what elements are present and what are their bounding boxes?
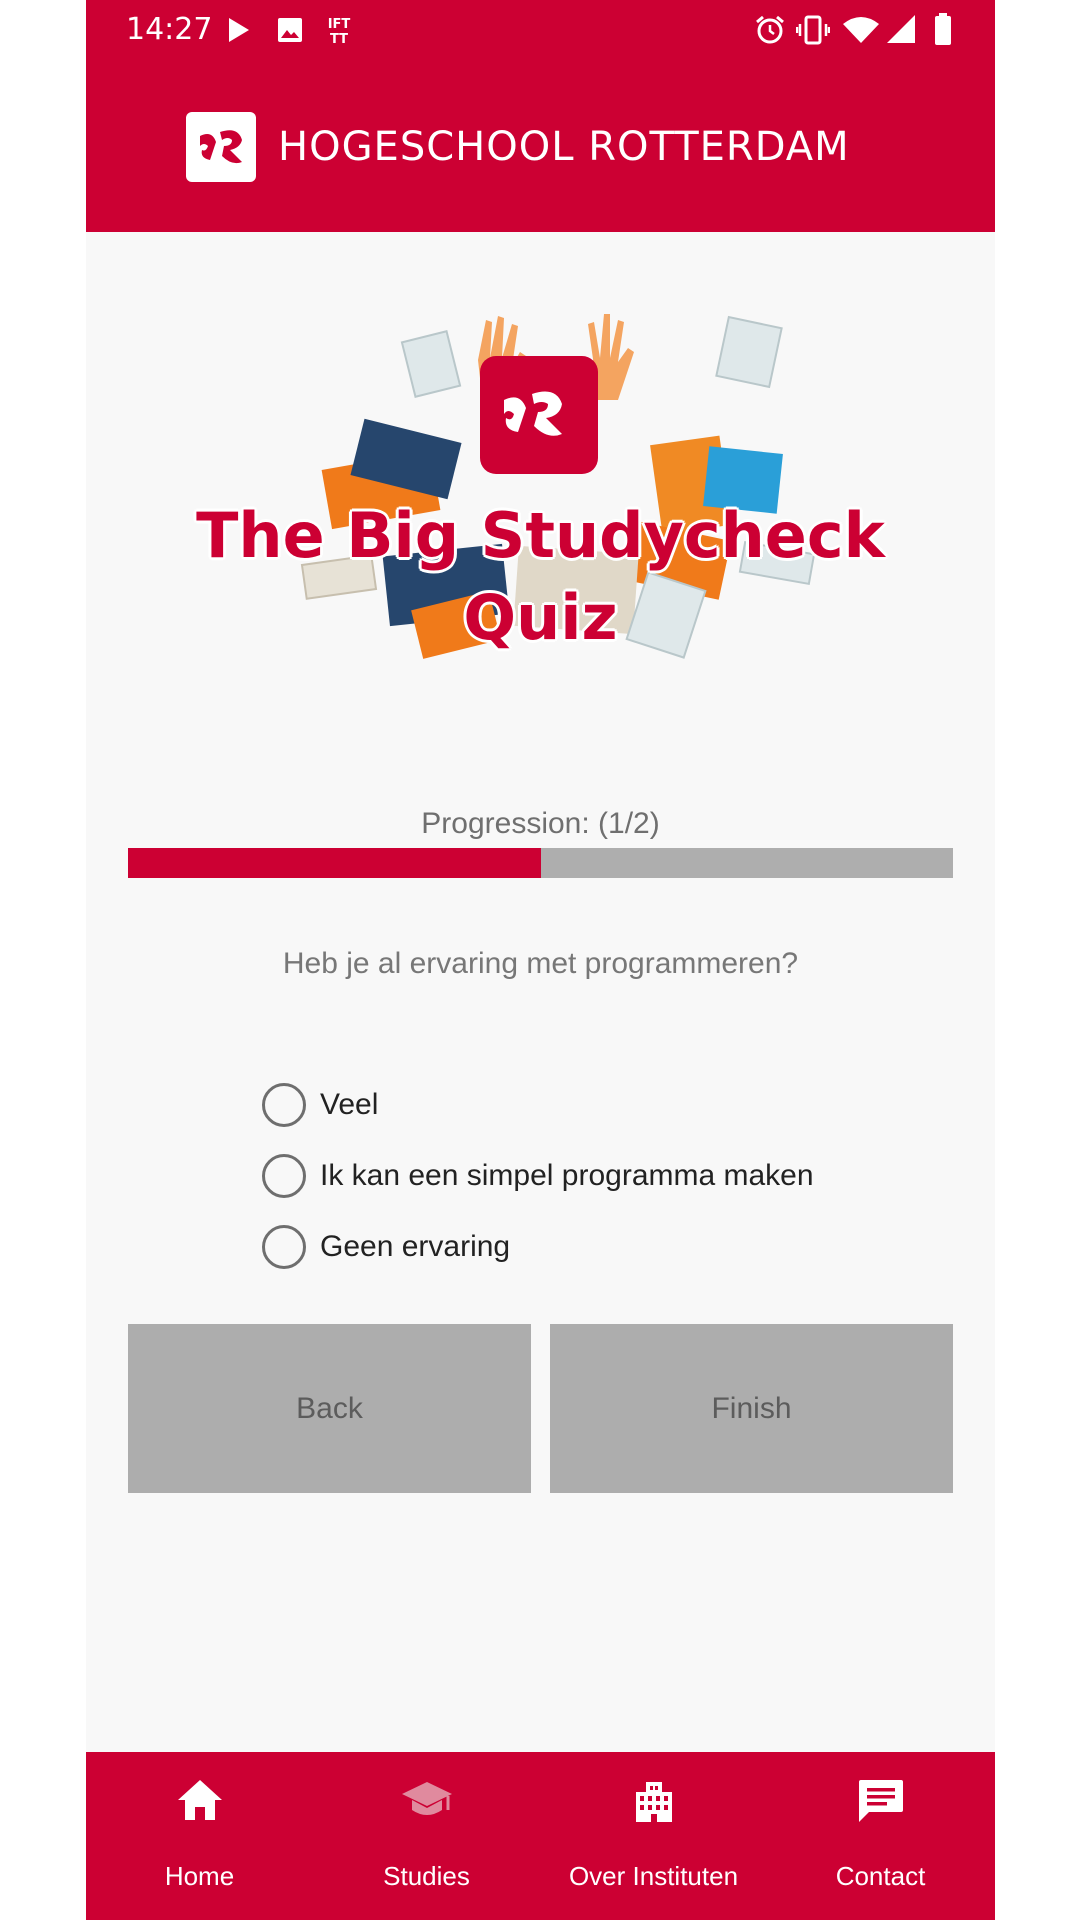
progress-bar-fill — [128, 848, 541, 878]
building-icon — [635, 1782, 672, 1822]
wifi-icon — [843, 17, 879, 43]
nav-item-studies[interactable]: Studies — [313, 1752, 540, 1920]
progress-label: Progression: (1/2) — [421, 807, 660, 840]
hr-logo-icon — [186, 112, 256, 182]
status-time: 14:27 — [126, 12, 213, 47]
quiz-title-line1: The Big Studycheck — [196, 499, 885, 572]
chat-icon — [858, 1780, 903, 1822]
nav-item-home[interactable]: Home — [86, 1752, 313, 1920]
answer-option[interactable]: Ik kan een simpel programma maken — [262, 1153, 814, 1199]
question-text: Heb je al ervaring met programmeren? — [282, 947, 799, 980]
brand-name: HOGESCHOOL ROTTERDAM — [278, 124, 850, 170]
bottom-navigation: Home Studies Over Instituten Contact — [86, 1752, 995, 1920]
radio-button[interactable] — [262, 1154, 306, 1198]
answer-option[interactable]: Veel — [262, 1082, 378, 1128]
finish-button[interactable]: Finish — [550, 1324, 953, 1493]
svg-text:IFT: IFT — [328, 17, 351, 32]
status-bar: 14:27 IFT TT — [86, 0, 995, 60]
signal-icon — [887, 15, 915, 43]
answer-option-label: Veel — [320, 1088, 379, 1121]
progress-bar — [128, 848, 953, 878]
radio-button[interactable] — [262, 1225, 306, 1269]
radio-button[interactable] — [262, 1083, 306, 1127]
home-icon — [177, 1780, 222, 1820]
battery-icon — [935, 13, 951, 45]
graduation-cap-icon — [401, 1782, 452, 1815]
quiz-hero: The Big Studycheck Quiz — [186, 300, 895, 680]
play-icon — [229, 18, 249, 42]
nav-label-contact: Contact — [835, 1861, 926, 1891]
nav-label-studies: Studies — [383, 1861, 470, 1891]
answer-option-label: Geen ervaring — [320, 1230, 511, 1263]
nav-label-over-instituten: Over Instituten — [568, 1861, 739, 1891]
ifttt-icon: IFTTT — [328, 17, 351, 46]
answer-option[interactable]: Geen ervaring — [262, 1224, 510, 1270]
quiz-title-line2: Quiz — [463, 581, 618, 654]
answer-option-label: Ik kan een simpel programma maken — [320, 1159, 814, 1192]
app-header: HOGESCHOOL ROTTERDAM — [86, 60, 995, 232]
nav-item-contact[interactable]: Contact — [767, 1752, 994, 1920]
nav-item-over-instituten[interactable]: Over Instituten — [540, 1752, 767, 1920]
alarm-icon — [756, 15, 784, 44]
vibrate-icon — [796, 15, 830, 45]
image-icon — [278, 18, 302, 42]
nav-label-home: Home — [164, 1861, 235, 1891]
back-button[interactable]: Back — [128, 1324, 531, 1493]
app-screen: 14:27 IFT TT HOGESCHOOL ROTTERDAM The Bi… — [86, 0, 995, 1920]
svg-text:TT: TT — [330, 32, 348, 46]
